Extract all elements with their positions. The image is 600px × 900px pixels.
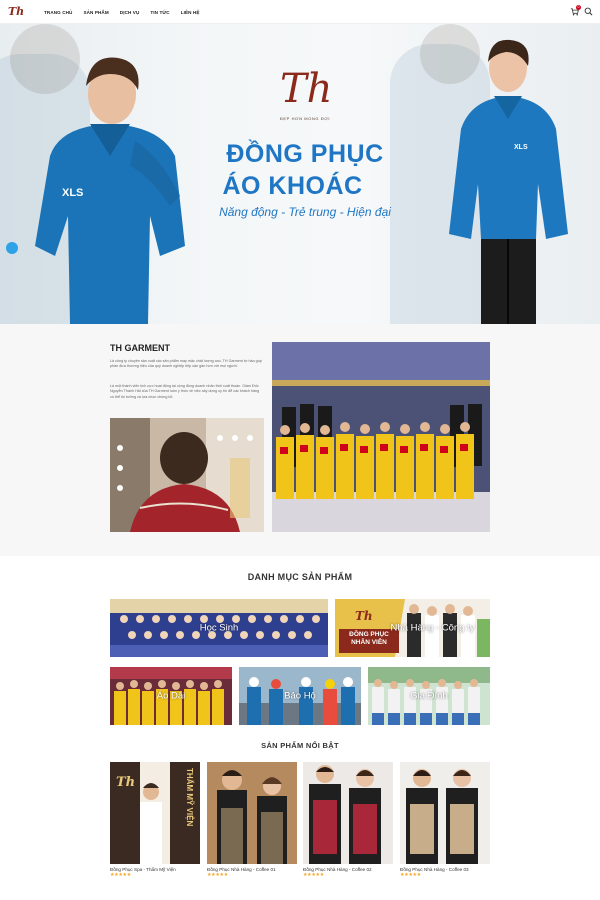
hero-brand-logo: Th <box>280 66 333 112</box>
product-card[interactable]: Đồng Phục Nhà Hàng - Coffee 01 ★★★★★ <box>207 762 297 879</box>
featured-title: SẢN PHẨM NỔI BẬT <box>261 741 339 750</box>
about-paragraph: Là công ty chuyên sản xuất các sản phẩm … <box>110 359 262 369</box>
hero-banner[interactable]: XLS XLS Th ĐẸP HƠN MONG ĐỢI ĐỒNG PHỤC ÁO… <box>0 24 600 324</box>
search-icon[interactable] <box>584 7 593 16</box>
cart-count-badge: 0 <box>576 5 581 10</box>
product-image <box>207 762 297 864</box>
site-header: Th TRANG CHỦ SẢN PHẨM DỊCH VỤ TIN TỨC LI… <box>0 0 600 24</box>
svg-text:XLS: XLS <box>514 144 528 151</box>
category-label: Nhà Hàng - Công ty <box>390 622 475 634</box>
product-rating: ★★★★★ <box>207 872 228 878</box>
categories-title: DANH MỤC SẢN PHẨM <box>247 572 353 582</box>
nav-item-services[interactable]: DỊCH VỤ <box>120 10 140 15</box>
hero-title-line1: ĐỒNG PHỤC <box>226 140 384 168</box>
product-image-coffee-02 <box>303 762 393 864</box>
product-card[interactable]: Đồng Phục Nhà Hàng - Coffee 02 ★★★★★ <box>303 762 393 879</box>
category-restaurant-company[interactable]: Th ĐỒNG PHỤC NHÂN VIÊN Nhà Hàng - Công t… <box>335 599 490 657</box>
category-label: Học Sinh <box>199 622 239 634</box>
svg-text:XLS: XLS <box>62 187 83 199</box>
site-logo[interactable]: Th <box>8 4 24 20</box>
product-card[interactable]: Đồng Phục Nhà Hàng - Coffee 03 ★★★★★ <box>400 762 490 879</box>
product-image-coffee-01 <box>207 762 297 864</box>
category-protective[interactable]: Bảo Hộ <box>239 667 361 725</box>
product-image <box>400 762 490 864</box>
hero-model-right: XLS <box>449 39 568 324</box>
svg-text:Th: Th <box>116 775 135 790</box>
spa-banner-text: THẨM MỸ VIỆN <box>185 768 194 827</box>
team-event-photo <box>272 342 490 532</box>
tailor-photo <box>110 418 264 532</box>
product-image: Th THẨM MỸ VIỆN <box>110 762 200 864</box>
svg-text:Th: Th <box>355 609 373 623</box>
chat-bubble-icon[interactable] <box>6 242 18 254</box>
category-label: Áo Dài <box>156 690 186 702</box>
about-title: TH GARMENT <box>110 343 170 353</box>
category-label: Bảo Hộ <box>284 690 316 702</box>
about-section: TH GARMENT Là công ty chuyên sản xuất cá… <box>0 324 600 556</box>
banner-line: NHÂN VIÊN <box>351 639 387 646</box>
category-ao-dai[interactable]: Áo Dài <box>110 667 232 725</box>
product-image <box>303 762 393 864</box>
category-label: Gia Đình <box>410 690 448 702</box>
nav-item-products[interactable]: SẢN PHẨM <box>83 10 108 15</box>
product-rating: ★★★★★ <box>110 872 131 878</box>
product-rating: ★★★★★ <box>303 872 324 878</box>
product-image-coffee-03 <box>400 762 490 864</box>
nav-item-news[interactable]: TIN TỨC <box>150 10 169 15</box>
hero-tagline: ĐẸP HƠN MONG ĐỢI <box>279 116 331 121</box>
hero-model-left: XLS <box>35 57 185 324</box>
product-card[interactable]: Th THẨM MỸ VIỆN Đồng Phục Spa - Thẩm Mỹ … <box>110 762 200 879</box>
category-family[interactable]: Gia Đình <box>368 667 490 725</box>
nav-item-contact[interactable]: LIÊN HỆ <box>181 10 200 15</box>
category-students[interactable]: Học Sinh <box>110 599 328 657</box>
product-rating: ★★★★★ <box>400 872 421 878</box>
hero-subtitle: Năng động - Trẻ trung - Hiện đại <box>219 205 391 219</box>
main-nav: TRANG CHỦ SẢN PHẨM DỊCH VỤ TIN TỨC LIÊN … <box>44 0 200 24</box>
about-paragraph: Là một thành viên tích cực hoạt động tại… <box>110 384 260 399</box>
nav-item-home[interactable]: TRANG CHỦ <box>44 10 72 15</box>
hero-title-line2: ÁO KHOÁC <box>222 172 363 200</box>
